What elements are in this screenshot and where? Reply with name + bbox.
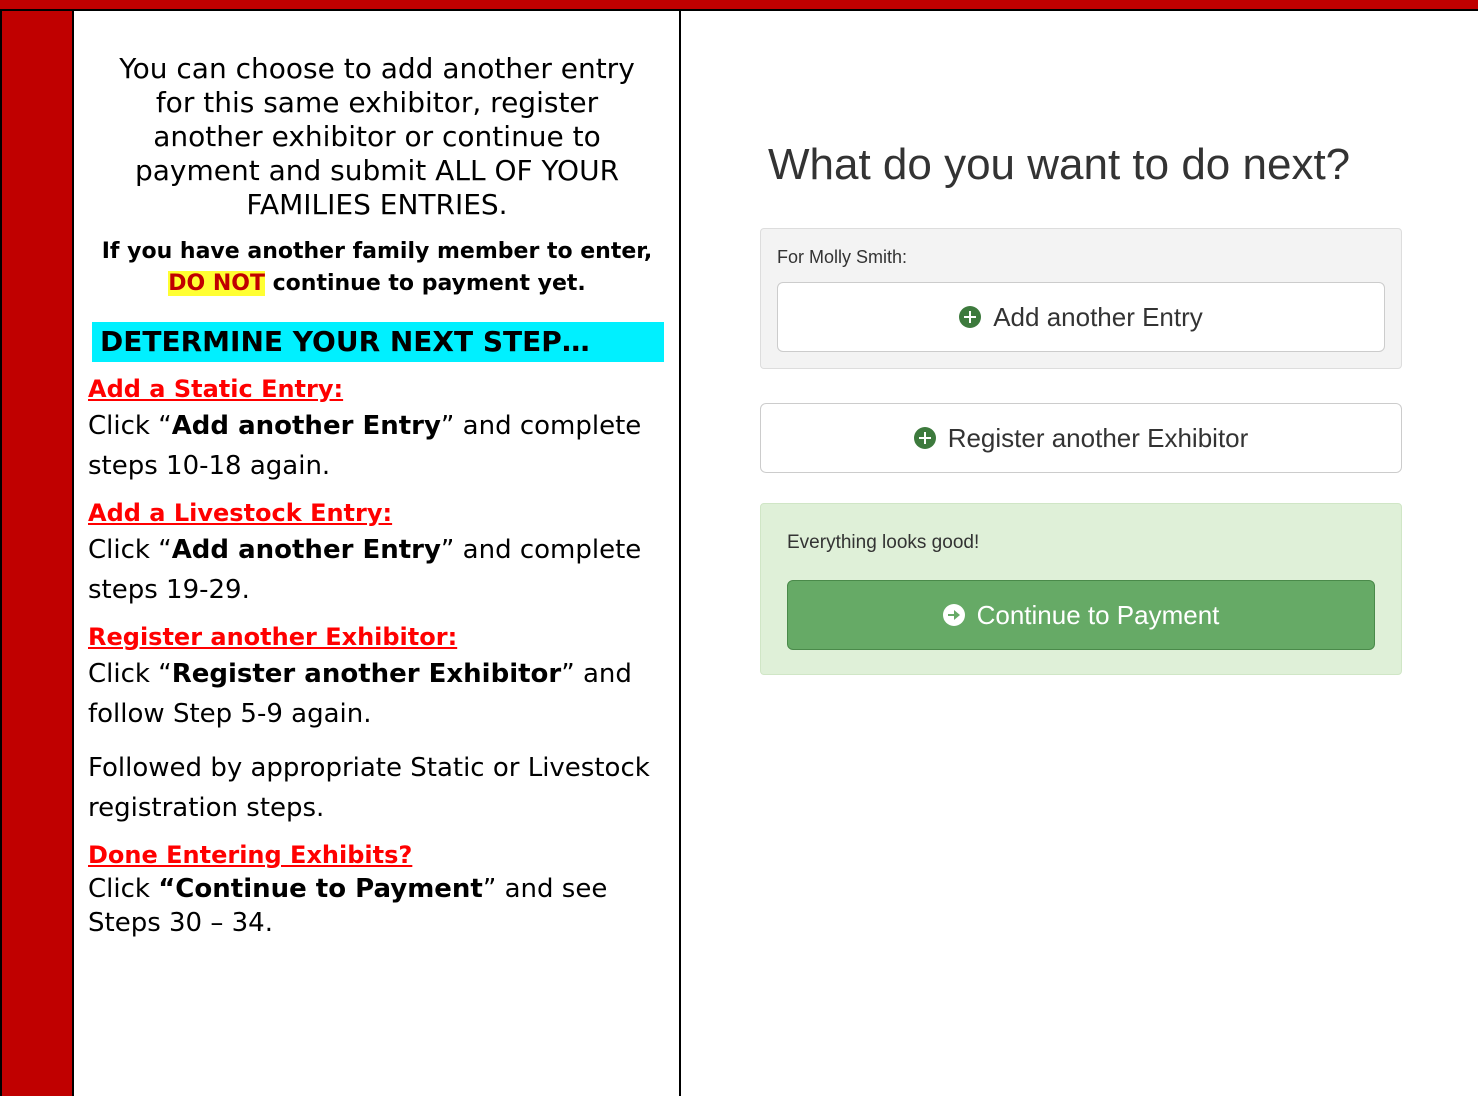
intro-text: You can choose to add another entry for … [119,52,635,221]
column-divider [679,9,681,1096]
step-body: Click “Continue to Payment” and see Step… [88,872,666,940]
left-border [0,9,2,1096]
step-body-bold: Add another Entry [171,535,441,565]
step-body-bold: “Continue to Payment [158,874,483,904]
register-exhibitor-label: Register another Exhibitor [947,422,1249,453]
step-title: Add a Static Entry: [88,375,344,403]
add-entry-label: Add another Entry [993,301,1203,332]
step-title: Add a Livestock Entry: [88,499,393,527]
exhibitor-label: For Molly Smith: [777,247,908,267]
continue-to-payment-button[interactable]: Continue to Payment [787,580,1375,650]
warning-text: If you have another family member to ent… [88,236,666,300]
step-body-pre: Click “ [88,535,172,565]
status-text: Everything looks good! [787,532,980,553]
step-title: Done Entering Exhibits? [88,841,413,869]
instructions-panel: You can choose to add another entry for … [88,52,666,940]
followup-text: Followed by appropriate Static or Livest… [88,753,650,823]
top-red-bar [0,0,1478,9]
next-step-heading: DETERMINE YOUR NEXT STEP… [92,322,664,362]
status-panel: Everything looks good! Continue to Payme… [760,503,1402,675]
warning-highlight: DO NOT [168,271,265,296]
step-body: Click “Register another Exhibitor” and f… [88,654,666,734]
step-body: Click “Add another Entry” and complete s… [88,530,666,610]
arrow-circle-right-icon [942,604,965,626]
step-body-bold: Add another Entry [171,411,441,441]
page-title: What do you want to do next? [768,140,1351,189]
register-exhibitor-button[interactable]: Register another Exhibitor [760,403,1402,473]
step-static-entry: Add a Static Entry: Click “Add another E… [88,372,666,486]
top-border [0,9,1478,11]
step-body-pre: Click “ [88,411,172,441]
exhibitor-panel: For Molly Smith: Add another Entry [760,228,1402,369]
plus-circle-icon [913,427,936,449]
step-body: Click “Add another Entry” and complete s… [88,406,666,486]
add-entry-button[interactable]: Add another Entry [777,282,1385,352]
left-red-column [0,9,74,1096]
step-livestock-entry: Add a Livestock Entry: Click “Add anothe… [88,496,666,610]
warning-after: continue to payment yet. [264,271,586,296]
next-action-screen: What do you want to do next? For Molly S… [760,140,1402,675]
warning-before: If you have another family member to ent… [101,239,653,264]
step-title: Register another Exhibitor: [88,623,458,651]
continue-label: Continue to Payment [976,599,1220,630]
plus-circle-icon [959,306,982,328]
step-done: Done Entering Exhibits? Click “Continue … [88,838,666,940]
step-register-exhibitor: Register another Exhibitor: Click “Regis… [88,620,666,734]
step-body-pre: Click “ [88,659,172,689]
step-body-pre: Click [88,874,159,904]
step-body-bold: Register another Exhibitor [171,659,562,689]
